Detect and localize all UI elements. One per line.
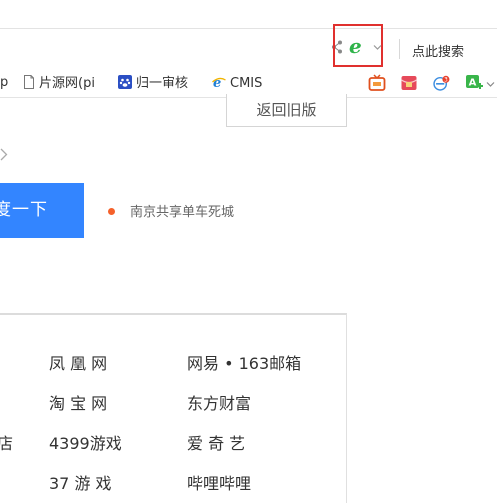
bookmark-label: CMIS [230, 76, 263, 91]
red-envelope-extension-icon[interactable] [400, 74, 418, 92]
site-link[interactable]: 凤 凰 网 [49, 350, 107, 374]
site-link[interactable]: 淘 宝 网 [49, 390, 107, 414]
ie-e-icon: e [212, 76, 226, 89]
tv-extension-icon[interactable] [368, 74, 386, 92]
site-link[interactable]: 4399游戏 [49, 430, 122, 454]
bookmark-item[interactable]: 片源网(pi [23, 75, 95, 91]
chevron-down-icon[interactable] [486, 80, 495, 89]
chevron-right-icon[interactable] [0, 148, 8, 161]
paw-icon [118, 75, 132, 89]
hot-search-link[interactable]: 南京共享单车死城 [130, 201, 234, 220]
svg-text:A: A [469, 78, 477, 89]
return-old-version-button[interactable]: 返回旧版 [226, 94, 347, 127]
mail-badge-count: 3 [444, 77, 448, 83]
chevron-down-icon[interactable] [373, 43, 382, 52]
bookmark-item[interactable]: e CMIS [212, 75, 262, 91]
translate-extension-icon[interactable]: A [465, 74, 483, 92]
search-here-button[interactable]: 点此搜索 [412, 41, 464, 60]
page-icon [24, 75, 34, 89]
baidu-search-button[interactable]: 度一下 [0, 183, 84, 238]
site-link[interactable]: 爱 奇 艺 [187, 430, 245, 454]
address-divider [399, 39, 400, 59]
site-link[interactable]: 店 [0, 430, 13, 454]
bookmark-item[interactable]: 归一审核 [118, 75, 188, 91]
mail-extension-icon[interactable]: 3 [432, 74, 450, 92]
hot-search-dot [108, 208, 115, 215]
bookmark-item[interactable]: p [0, 75, 8, 91]
bookmark-label: p [0, 75, 9, 90]
site-link[interactable]: 网易 • 163邮箱 [187, 350, 301, 374]
site-link[interactable]: 37 游 戏 [49, 470, 112, 494]
site-link[interactable]: 哔哩哔哩 [187, 470, 251, 494]
bookmark-label: 归一审核 [136, 76, 189, 91]
search-engine-ie-icon[interactable]: e [349, 36, 362, 56]
site-link[interactable]: 东方财富 [187, 390, 251, 414]
bookmark-label: 片源网(pi [39, 76, 95, 91]
